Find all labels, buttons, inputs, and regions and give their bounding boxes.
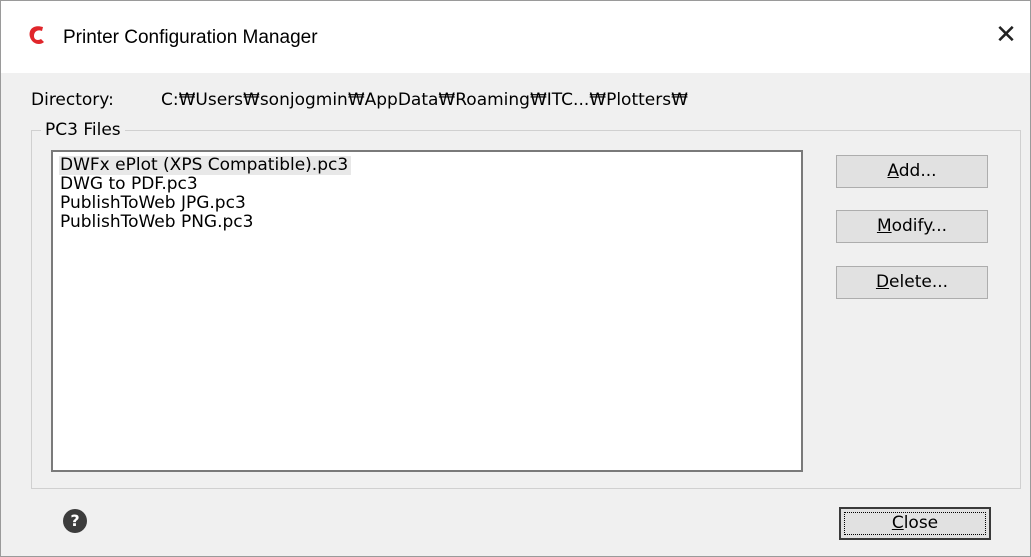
app-logo-icon — [28, 24, 46, 46]
list-item[interactable]: DWG to PDF.pc3 — [59, 175, 795, 194]
list-item[interactable]: PublishToWeb PNG.pc3 — [59, 213, 795, 232]
printer-config-dialog: Printer Configuration Manager ✕ Director… — [0, 0, 1031, 557]
list-item[interactable]: DWFx ePlot (XPS Compatible).pc3 — [59, 155, 795, 175]
focus-rect — [844, 512, 986, 535]
modify-button[interactable]: Modify... — [836, 210, 988, 243]
delete-button[interactable]: Delete... — [836, 266, 988, 299]
pc3-file-list[interactable]: DWFx ePlot (XPS Compatible).pc3 DWG to P… — [51, 150, 803, 472]
list-item[interactable]: PublishToWeb JPG.pc3 — [59, 194, 795, 213]
close-icon[interactable]: ✕ — [992, 21, 1020, 49]
directory-path: C:₩Users₩sonjogmin₩AppData₩Roaming₩ITC..… — [161, 90, 688, 110]
help-icon[interactable]: ? — [63, 509, 87, 533]
pc3-files-legend: PC3 Files — [41, 119, 125, 141]
window-title: Printer Configuration Manager — [63, 27, 318, 48]
close-button[interactable]: Close — [839, 507, 991, 540]
add-button[interactable]: Add... — [836, 155, 988, 188]
title-bar: Printer Configuration Manager ✕ — [1, 1, 1030, 73]
directory-label: Directory: — [31, 90, 114, 110]
